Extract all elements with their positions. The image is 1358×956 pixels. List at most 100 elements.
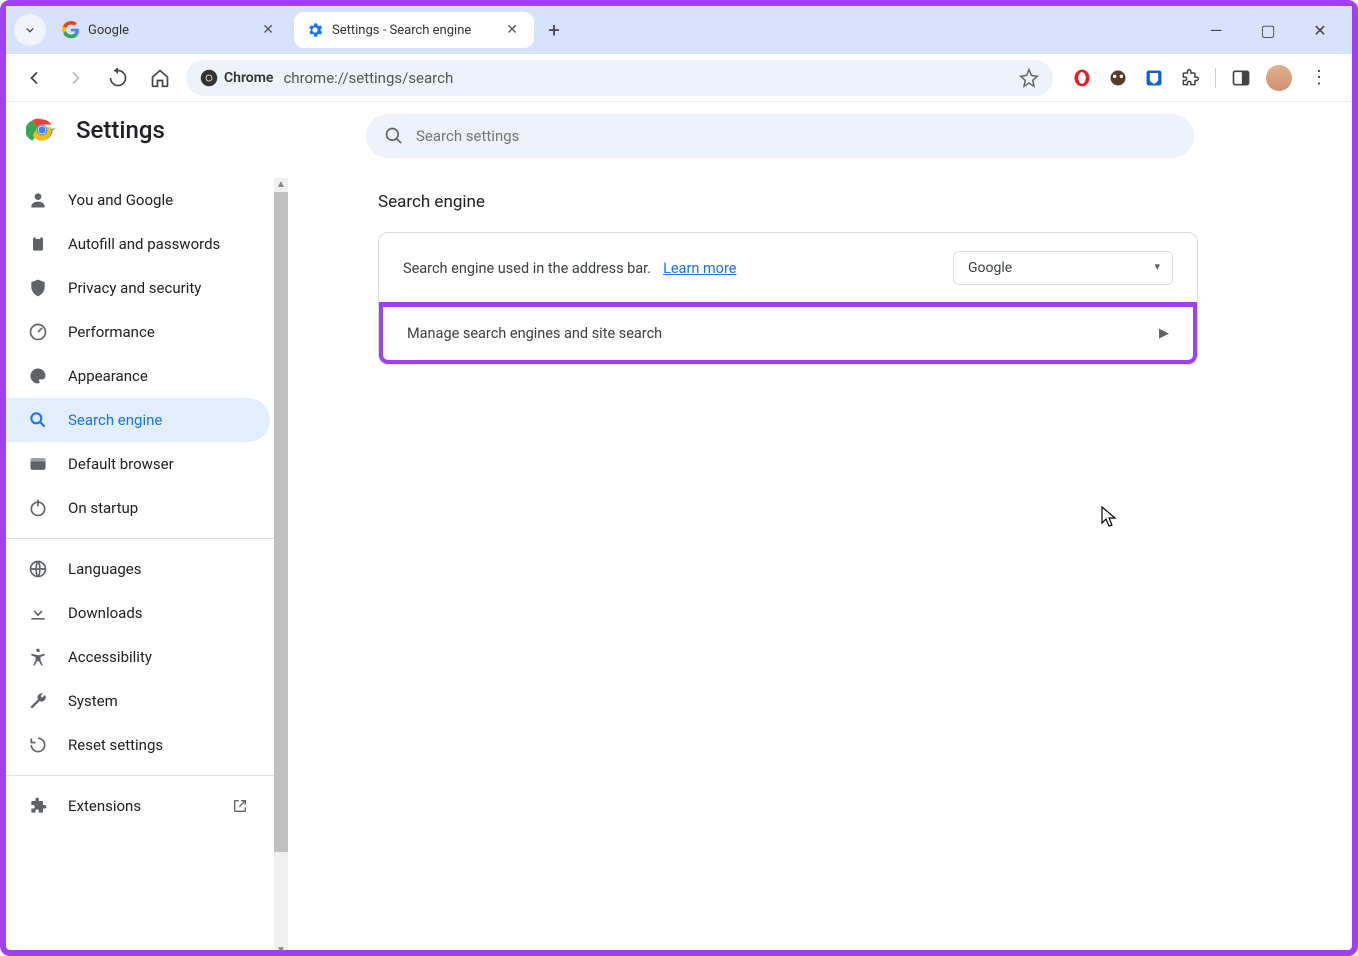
chrome-logo-icon [26,114,58,146]
sidebar-item-label: Appearance [68,367,148,385]
sidebar-item-label: Extensions [68,797,141,815]
google-favicon-icon [62,21,80,39]
chrome-menu-button[interactable]: ⋮ [1306,63,1332,92]
sidebar-item-label: On startup [68,499,138,517]
omnibox[interactable]: Chrome chrome://settings/search [186,60,1053,96]
speedometer-icon [28,322,48,342]
sidebar-item-accessibility[interactable]: Accessibility [6,635,270,679]
sidebar-item-performance[interactable]: Performance [6,310,270,354]
row-text: Manage search engines and site search [407,325,662,342]
sidebar-item-reset[interactable]: Reset settings [6,723,270,767]
sidebar-item-you-and-google[interactable]: You and Google [6,178,270,222]
forward-button[interactable] [60,62,92,94]
search-icon [28,410,48,430]
section-title: Search engine [378,192,1198,212]
arrow-right-icon [66,68,86,88]
reset-icon [28,735,48,755]
sidebar-item-on-startup[interactable]: On startup [6,486,270,530]
window-controls: — ▢ ✕ [1204,21,1344,40]
tab-google[interactable]: Google ✕ [50,12,290,48]
sidebar-item-system[interactable]: System [6,679,270,723]
sidebar-scrollbar[interactable]: ▲ ▼ [274,178,288,950]
arrow-left-icon [24,68,44,88]
sidebar-item-label: Autofill and passwords [68,235,220,253]
shield-icon [28,278,48,298]
browser-icon [28,454,48,474]
reload-button[interactable] [102,62,134,94]
bitwarden-extension-icon[interactable] [1143,67,1165,89]
star-icon [1019,68,1039,88]
home-button[interactable] [144,62,176,94]
settings-main-content: Search engine Search engine used in the … [338,102,1238,950]
tab-title: Google [88,23,129,38]
extension-icons: ⋮ [1063,63,1340,92]
sidebar-item-label: Performance [68,323,155,341]
chevron-right-icon: ▶ [1159,326,1169,341]
chrome-chip-label: Chrome [224,70,273,86]
power-icon [28,498,48,518]
palette-icon [28,366,48,386]
search-settings-input[interactable] [416,127,1176,145]
settings-page: Settings You and Google Autofill and pas… [6,102,1352,950]
sidebar-item-extensions[interactable]: Extensions [6,784,270,828]
sidebar-item-privacy[interactable]: Privacy and security [6,266,270,310]
scrollbar-thumb[interactable] [274,192,288,852]
learn-more-link[interactable]: Learn more [663,260,736,277]
close-tab-button[interactable]: ✕ [502,20,522,40]
wrench-icon [28,691,48,711]
settings-sidebar: You and Google Autofill and passwords Pr… [6,102,288,950]
person-icon [28,190,48,210]
minimize-button[interactable]: — [1204,21,1228,40]
side-panel-button[interactable] [1230,67,1252,89]
sidebar-item-downloads[interactable]: Downloads [6,591,270,635]
scroll-down-arrow-icon[interactable]: ▼ [274,944,288,950]
manage-search-engines-row[interactable]: Manage search engines and site search ▶ [378,302,1198,365]
tabs-dropdown-button[interactable] [14,14,46,46]
clipboard-icon [28,234,48,254]
maximize-button[interactable]: ▢ [1256,21,1280,40]
tab-title: Settings - Search engine [332,23,471,38]
sidebar-item-label: Reset settings [68,736,163,754]
sidebar-item-label: Languages [68,560,142,578]
sidebar-item-languages[interactable]: Languages [6,547,270,591]
sidebar-item-label: Search engine [68,411,162,429]
sidebar-item-label: Default browser [68,455,174,473]
back-button[interactable] [18,62,50,94]
sidebar-item-label: System [68,692,118,710]
puzzle-icon [28,796,48,816]
settings-title: Settings [76,116,165,144]
toolbar-divider [1215,68,1216,88]
settings-header: Settings [26,114,165,146]
bookmark-button[interactable] [1019,68,1039,88]
url-text: chrome://settings/search [283,69,1009,87]
tab-settings[interactable]: Settings - Search engine ✕ [294,12,534,48]
extensions-button[interactable] [1179,67,1201,89]
sidebar-item-search-engine[interactable]: Search engine [6,398,270,442]
opera-extension-icon[interactable] [1071,67,1093,89]
sidebar-item-label: Privacy and security [68,279,201,297]
sidebar-item-appearance[interactable]: Appearance [6,354,270,398]
chevron-down-icon [23,23,37,37]
sidebar-item-label: Downloads [68,604,143,622]
search-engine-select[interactable]: Google [953,251,1173,285]
extension-icon-2[interactable] [1107,67,1129,89]
chrome-icon [200,69,218,87]
external-link-icon [232,798,248,814]
scroll-up-arrow-icon[interactable]: ▲ [274,178,288,192]
close-window-button[interactable]: ✕ [1308,21,1332,40]
sidebar-item-autofill[interactable]: Autofill and passwords [6,222,270,266]
gear-icon [306,21,324,39]
profile-avatar[interactable] [1266,65,1292,91]
sidebar-divider [6,775,288,776]
search-settings[interactable] [366,114,1194,158]
close-tab-button[interactable]: ✕ [258,20,278,40]
row-text: Search engine used in the address bar. [403,260,651,277]
sidebar-item-label: You and Google [68,191,173,209]
chrome-chip: Chrome [200,69,273,87]
accessibility-icon [28,647,48,667]
home-icon [150,68,170,88]
reload-icon [108,68,128,88]
new-tab-button[interactable]: + [538,14,570,46]
search-engine-card: Search engine used in the address bar. L… [378,232,1198,365]
sidebar-item-default-browser[interactable]: Default browser [6,442,270,486]
